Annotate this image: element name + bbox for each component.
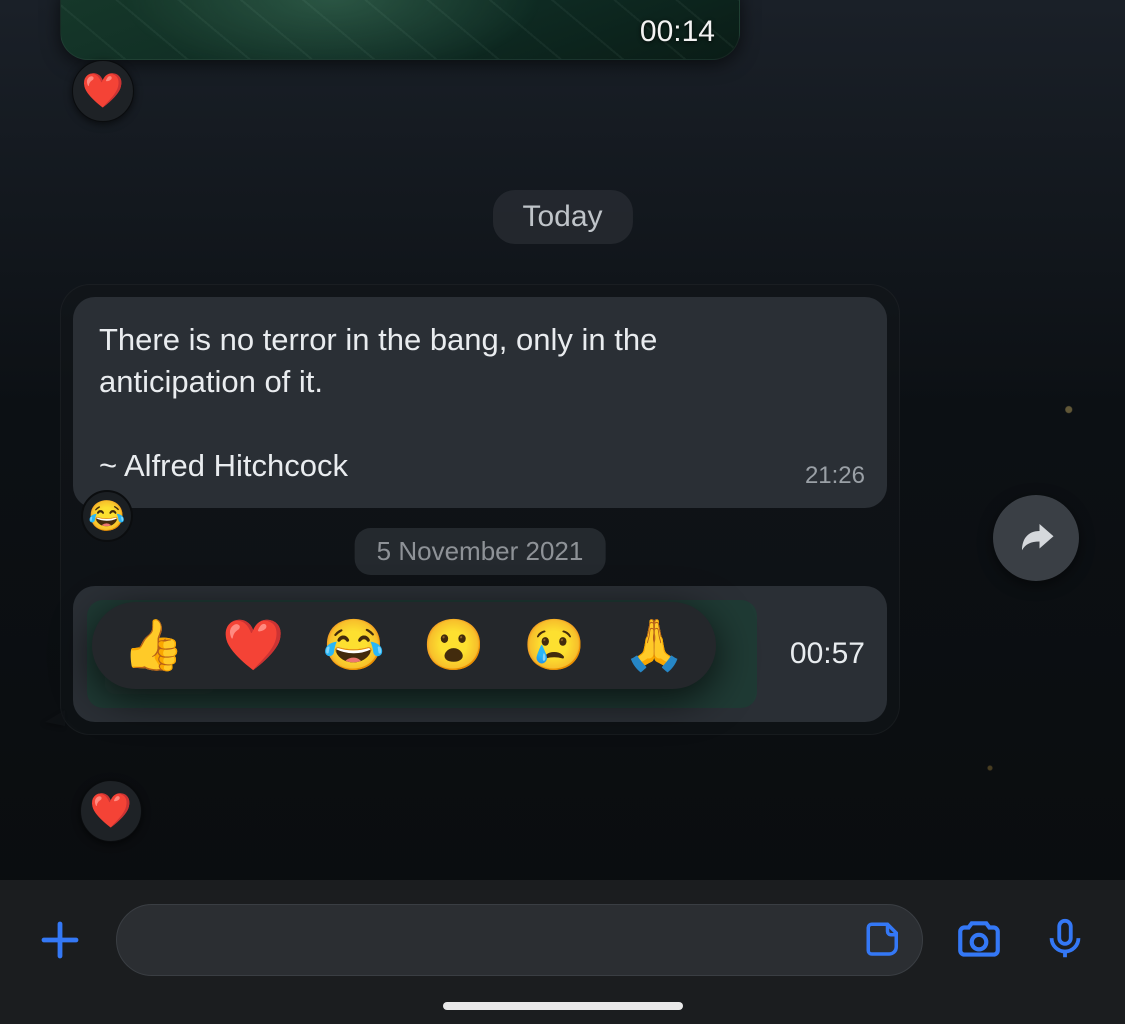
message-time: 00:14 [640,15,715,49]
plus-icon [36,916,84,964]
reaction-option-pray[interactable]: 🙏 [623,616,685,675]
reaction-option-laugh[interactable]: 😂 [323,616,385,675]
camera-button[interactable] [949,910,1009,970]
laugh-icon: 😂 [88,499,125,534]
forward-button[interactable] [993,495,1079,581]
chat-scroll-area[interactable]: 00:14 ❤️ Today There is no terror in the… [0,0,1125,880]
reaction-option-wow[interactable]: 😮 [423,616,485,675]
forward-icon [1015,517,1057,559]
reaction-option-heart[interactable]: ❤️ [222,616,284,675]
date-separator-inline: 5 November 2021 [355,528,606,575]
date-label: Today [522,200,602,233]
sticker-icon [863,919,905,961]
home-indicator[interactable] [443,1002,683,1010]
message-time: 00:57 [790,637,865,671]
reaction-picker: 👍 ❤️ 😂 😮 😢 🙏 [92,602,716,689]
bubble-tail [45,710,65,726]
camera-icon [954,915,1004,965]
reaction-heart[interactable]: ❤️ [80,780,142,842]
reaction-option-sad[interactable]: 😢 [523,616,585,675]
attach-button[interactable] [30,910,90,970]
message-time: 21:26 [805,462,865,490]
voice-button[interactable] [1035,910,1095,970]
reaction-option-thumbs-up[interactable]: 👍 [122,616,184,675]
microphone-icon [1042,917,1088,963]
message-input[interactable] [116,904,923,976]
heart-icon: ❤️ [90,791,132,831]
date-label: 5 November 2021 [377,536,584,566]
message-text: There is no terror in the bang, only in … [99,319,719,486]
heart-icon: ❤️ [82,71,124,111]
incoming-text-message[interactable]: There is no terror in the bang, only in … [73,297,887,508]
reaction-laugh[interactable]: 😂 [81,490,133,542]
sticker-button[interactable] [862,918,906,962]
incoming-media-message[interactable]: 00:14 [60,0,740,60]
date-separator: Today [492,190,632,244]
reaction-heart[interactable]: ❤️ [72,60,134,122]
